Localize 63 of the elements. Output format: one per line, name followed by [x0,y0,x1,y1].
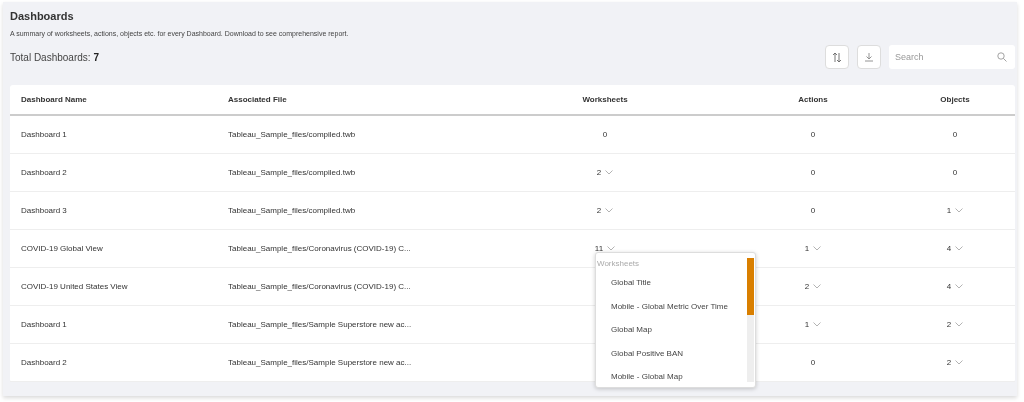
chevron-down-icon[interactable] [605,208,614,213]
table-cell: Dashboard 2 [21,358,67,367]
dropdown-item[interactable]: Global Positive BAN [611,348,684,358]
count: 4 [946,244,952,253]
search-icon [997,52,1007,62]
search-field[interactable]: Search [889,45,1015,69]
sort-icon [832,51,842,63]
count: 0 [810,130,816,139]
dropdown-item[interactable]: Mobile - Global Map [611,372,683,382]
download-icon [864,52,874,62]
count: 2 [804,282,810,291]
column-header: Objects [940,95,970,104]
count: 0 [952,130,958,139]
chevron-down-icon[interactable] [813,246,822,251]
dropdown-title: Worksheets [596,259,641,270]
column-header: Dashboard Name [21,95,87,104]
chevron-down-icon[interactable] [955,284,964,289]
chevron-down-icon[interactable] [813,284,822,289]
count: 0 [810,206,816,215]
count: 1 [946,206,952,215]
table-cell: Tableau_Sample_files/compiled.twb [228,168,356,177]
count: 4 [946,282,952,291]
page-title: Dashboards [10,9,75,24]
dropdown-item[interactable]: Global Title [611,278,652,288]
table-cell: Tableau_Sample_files/Coronavirus (COVID-19) C... [228,282,411,291]
table-cell: Tableau_Sample_files/Sample Superstore new ac... [228,320,412,329]
table-cell: Tableau_Sample_files/compiled.twb [228,130,356,139]
table-cell: Tableau_Sample_files/Sample Superstore new ac... [228,358,412,367]
dropdown-item[interactable]: Global Map [611,325,652,335]
count: 2 [946,320,952,329]
chevron-down-icon[interactable] [813,322,822,327]
column-header: Worksheets [582,95,628,104]
table-cell: COVID-19 Global View [21,244,103,253]
count: 0 [810,168,816,177]
chevron-down-icon[interactable] [607,246,616,251]
chevron-down-icon[interactable] [955,246,964,251]
count: 1 [804,320,810,329]
dropdown-item[interactable]: Mobile - Global Metric Over Time [611,301,728,311]
column-header: Associated File [228,95,287,104]
download-button[interactable] [857,45,881,69]
chevron-down-icon[interactable] [955,322,964,327]
chevron-down-icon[interactable] [605,170,614,175]
table-cell: Dashboard 1 [21,130,67,139]
sort-button[interactable] [825,45,849,69]
chevron-down-icon[interactable] [955,360,964,365]
count: 0 [952,168,958,177]
count: 2 [596,168,602,177]
column-header: Actions [798,95,828,104]
scrollbar[interactable] [747,258,754,382]
count: 0 [602,130,608,139]
table-cell: Dashboard 2 [21,168,67,177]
count: 11 [594,244,604,253]
table-cell: Tableau_Sample_files/Coronavirus (COVID-19) C... [228,244,411,253]
count: 1 [804,244,810,253]
table-cell: Dashboard 3 [21,206,67,215]
count: 2 [946,358,952,367]
total-count: Total Dashboards: 7 [10,51,99,63]
chevron-down-icon[interactable] [955,208,964,213]
count: 2 [596,206,602,215]
table-cell: COVID-19 United States View [21,282,128,291]
table-cell: Dashboard 1 [21,320,67,329]
table-cell: Tableau_Sample_files/compiled.twb [228,206,356,215]
count: 0 [810,358,816,367]
